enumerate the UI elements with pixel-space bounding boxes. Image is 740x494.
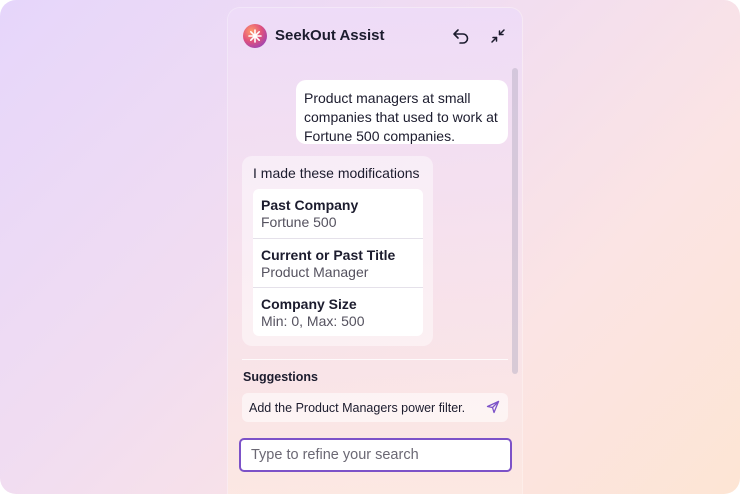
modification-title: Company Size bbox=[261, 296, 357, 312]
suggestions-heading: Suggestions bbox=[243, 370, 319, 384]
panel-header: SeekOut Assist bbox=[228, 8, 522, 62]
collapse-button[interactable] bbox=[486, 24, 510, 48]
modification-title: Current or Past Title bbox=[261, 247, 396, 263]
refine-search-input[interactable] bbox=[241, 440, 510, 470]
modifications-list: Past Company Fortune 500 Current or Past… bbox=[253, 189, 423, 336]
modification-value: Product Manager bbox=[261, 264, 369, 280]
panel-title: SeekOut Assist bbox=[275, 27, 385, 44]
modification-value: Fortune 500 bbox=[261, 214, 337, 230]
chat-scrollbar[interactable] bbox=[512, 68, 518, 374]
modification-value: Min: 0, Max: 500 bbox=[261, 313, 365, 329]
modification-title: Past Company bbox=[261, 197, 359, 213]
user-message: Product managers at small companies that… bbox=[296, 80, 508, 144]
send-icon[interactable] bbox=[486, 400, 500, 414]
divider bbox=[242, 359, 508, 360]
sparkle-icon bbox=[243, 24, 267, 48]
assistant-message: I made these modifications Past Company … bbox=[242, 156, 433, 346]
suggestion-chip[interactable]: Add the Product Managers power filter. bbox=[242, 393, 508, 422]
modification-item: Company Size Min: 0, Max: 500 bbox=[253, 287, 423, 336]
undo-button[interactable] bbox=[449, 24, 473, 48]
undo-icon bbox=[453, 29, 469, 44]
assist-panel: SeekOut Assist Product managers at small… bbox=[228, 8, 522, 494]
collapse-arrows-icon bbox=[491, 29, 505, 43]
assistant-intro-text: I made these modifications bbox=[253, 165, 420, 181]
modification-item: Past Company Fortune 500 bbox=[253, 189, 423, 238]
refine-search-field[interactable] bbox=[239, 438, 512, 472]
suggestion-label: Add the Product Managers power filter. bbox=[249, 401, 466, 415]
background: SeekOut Assist Product managers at small… bbox=[0, 0, 740, 494]
modification-item: Current or Past Title Product Manager bbox=[253, 238, 423, 287]
